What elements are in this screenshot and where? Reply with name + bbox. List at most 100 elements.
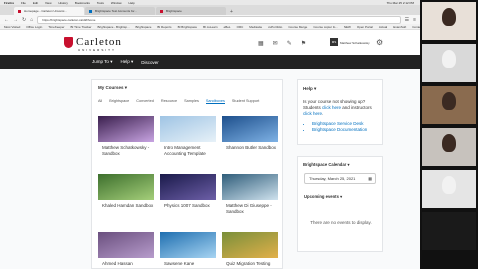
- course-image: [98, 232, 154, 258]
- participant-video-tile[interactable]: [422, 212, 476, 250]
- course-image: [222, 116, 278, 142]
- bookmark-item[interactable]: cuPortfolio: [268, 25, 282, 29]
- bookmark-item[interactable]: ExamSoft: [393, 25, 406, 29]
- app-menu-icon[interactable]: ≡: [413, 17, 416, 23]
- help-widget: Help ▾ Is your course not showing up? St…: [297, 79, 383, 145]
- course-tab[interactable]: Resource: [161, 99, 177, 104]
- course-card[interactable]: Sawsene Kane: [160, 232, 216, 267]
- bookmark-item[interactable]: NEW: [344, 25, 351, 29]
- url-bar[interactable]: https://brightspace.carleton.ca/d2l/home: [37, 15, 401, 24]
- bookmark-item[interactable]: BI cuLearn: [203, 25, 218, 29]
- bookmark-item[interactable]: ORC: [237, 25, 244, 29]
- course-image: [222, 232, 278, 258]
- instructors-link[interactable]: click here: [303, 111, 322, 116]
- participant-video-tile[interactable]: [422, 128, 476, 166]
- menu-file[interactable]: File: [21, 1, 26, 5]
- jump-to-menu[interactable]: Jump To ▾: [92, 59, 112, 65]
- back-icon[interactable]: ←: [4, 17, 9, 23]
- gear-icon[interactable]: ⚙: [376, 38, 383, 47]
- menu-help[interactable]: Help: [129, 1, 135, 5]
- course-card[interactable]: Matthew Di Giuseppe - Sandbox: [222, 174, 278, 215]
- bookmark-item[interactable]: ContentCentral: [412, 25, 420, 29]
- bookmark-item[interactable]: Course Merge: [288, 25, 307, 29]
- upcoming-events-dropdown[interactable]: Upcoming events ▾: [304, 194, 342, 199]
- update-alerts-icon[interactable]: ⚑: [301, 40, 306, 47]
- course-tab[interactable]: All: [98, 99, 102, 104]
- bookmark-item[interactable]: BI Reports: [157, 25, 171, 29]
- bookmark-item[interactable]: Open Portal: [357, 25, 373, 29]
- tab-label: Brightspace: [166, 9, 182, 13]
- course-tab[interactable]: Student Support: [232, 99, 259, 104]
- calendar-icon: ▦: [368, 176, 372, 181]
- menu-window[interactable]: Window: [111, 1, 122, 5]
- course-card[interactable]: Matthew Schatkowsky - Sandbox: [98, 116, 154, 157]
- documentation-link[interactable]: Brightspace Documentation: [312, 127, 367, 133]
- bookmark-item[interactable]: Mediasite: [249, 25, 262, 29]
- bookmark-item[interactable]: Actual: [379, 25, 387, 29]
- course-card[interactable]: Intro Management Accounting Template: [160, 116, 216, 157]
- browser-tab[interactable]: Brightspace: [156, 7, 226, 15]
- date-selector[interactable]: Thursday, March 25, 2021 ▦: [304, 173, 376, 184]
- course-selector-icon[interactable]: ▦: [258, 40, 264, 47]
- site-header: Carleton UNIVERSITY ▦ ✉ ✎ ⚑ MS Matthew S…: [0, 30, 420, 55]
- course-card[interactable]: Ahmed Hassan: [98, 232, 154, 267]
- bookmark-item[interactable]: TimeKeeper: [48, 25, 64, 29]
- course-image: [98, 174, 154, 200]
- menu-tools[interactable]: Tools: [97, 1, 104, 5]
- participant-video-tile[interactable]: [422, 44, 476, 82]
- participant-silhouette: [442, 176, 456, 194]
- course-tab[interactable]: Samples: [184, 99, 199, 104]
- menu-firefox[interactable]: Firefox: [4, 1, 14, 5]
- subscription-alerts-icon[interactable]: ✎: [287, 40, 292, 47]
- bookmark-item[interactable]: Office Login: [26, 25, 42, 29]
- calendar-widget: Brightspace Calendar ▾ Thursday, March 2…: [297, 156, 383, 252]
- course-tab[interactable]: Sandboxes: [205, 99, 225, 104]
- browser-tab-bar: Homepage - Carleton Universi... Brightsp…: [0, 5, 420, 15]
- course-card[interactable]: Physics 1007 Sandbox: [160, 174, 216, 209]
- carleton-crest-logo[interactable]: [64, 37, 73, 48]
- user-name[interactable]: Matthew Schatkowsky: [340, 41, 370, 45]
- header-icons: ▦ ✉ ✎ ⚑: [258, 40, 306, 47]
- bookmark-item[interactable]: BI Brightspace: [178, 25, 198, 29]
- course-name: Quiz Migration Testing: [226, 261, 271, 266]
- menu-history[interactable]: History: [58, 1, 67, 5]
- students-link[interactable]: click here: [322, 105, 341, 110]
- reload-icon[interactable]: ↻: [22, 17, 26, 23]
- no-events-message: There are no events to display.: [310, 220, 372, 225]
- message-alerts-icon[interactable]: ✉: [273, 40, 278, 47]
- participant-silhouette: [442, 8, 456, 26]
- browser-tab[interactable]: Homepage - Carleton Universi...: [14, 7, 84, 15]
- course-tab[interactable]: Converted: [136, 99, 154, 104]
- bookmark-item[interactable]: Brightspace: [136, 25, 152, 29]
- tab-label: Brightspace Test Accounts for...: [95, 9, 137, 13]
- bookmark-item[interactable]: Brightspace - Brightsp...: [98, 25, 130, 29]
- participant-video-tile[interactable]: [422, 170, 476, 208]
- course-tab[interactable]: Brightspace: [109, 99, 129, 104]
- bookmark-item[interactable]: BI Time Tracker: [71, 25, 92, 29]
- favicon-icon: [89, 9, 92, 13]
- library-icon[interactable]: ☰: [405, 17, 409, 23]
- menu-view[interactable]: View: [45, 1, 51, 5]
- browser-tab[interactable]: Brightspace Test Accounts for...: [85, 7, 155, 15]
- help-menu[interactable]: Help ▾: [120, 59, 133, 65]
- participant-video-tile[interactable]: [422, 86, 476, 124]
- help-message: Is your course not showing up? Students …: [303, 99, 372, 116]
- menu-edit[interactable]: Edit: [33, 1, 38, 5]
- course-card[interactable]: Khaled Hamdan Sandbox: [98, 174, 154, 209]
- course-card[interactable]: Shannon Butler Sandbox: [222, 116, 278, 151]
- course-name: Shannon Butler Sandbox: [226, 145, 277, 150]
- discover-link[interactable]: Discover: [141, 60, 159, 65]
- course-card[interactable]: Quiz Migration Testing: [222, 232, 278, 267]
- avatar[interactable]: MS: [330, 38, 338, 46]
- forward-icon[interactable]: →: [13, 17, 18, 23]
- logo-wordmark[interactable]: Carleton: [76, 36, 122, 48]
- bookmark-item[interactable]: Course copier fo...: [313, 25, 338, 29]
- calendar-title: Brightspace Calendar ▾: [303, 162, 350, 167]
- participant-video-tile[interactable]: [422, 2, 476, 40]
- favicon-icon: [18, 9, 21, 13]
- bookmark-item[interactable]: Most Visited: [4, 25, 20, 29]
- bookmark-item[interactable]: eBeL: [224, 25, 231, 29]
- menu-bookmarks[interactable]: Bookmarks: [75, 1, 90, 5]
- home-icon[interactable]: ⌂: [30, 17, 33, 23]
- course-image: [98, 116, 154, 142]
